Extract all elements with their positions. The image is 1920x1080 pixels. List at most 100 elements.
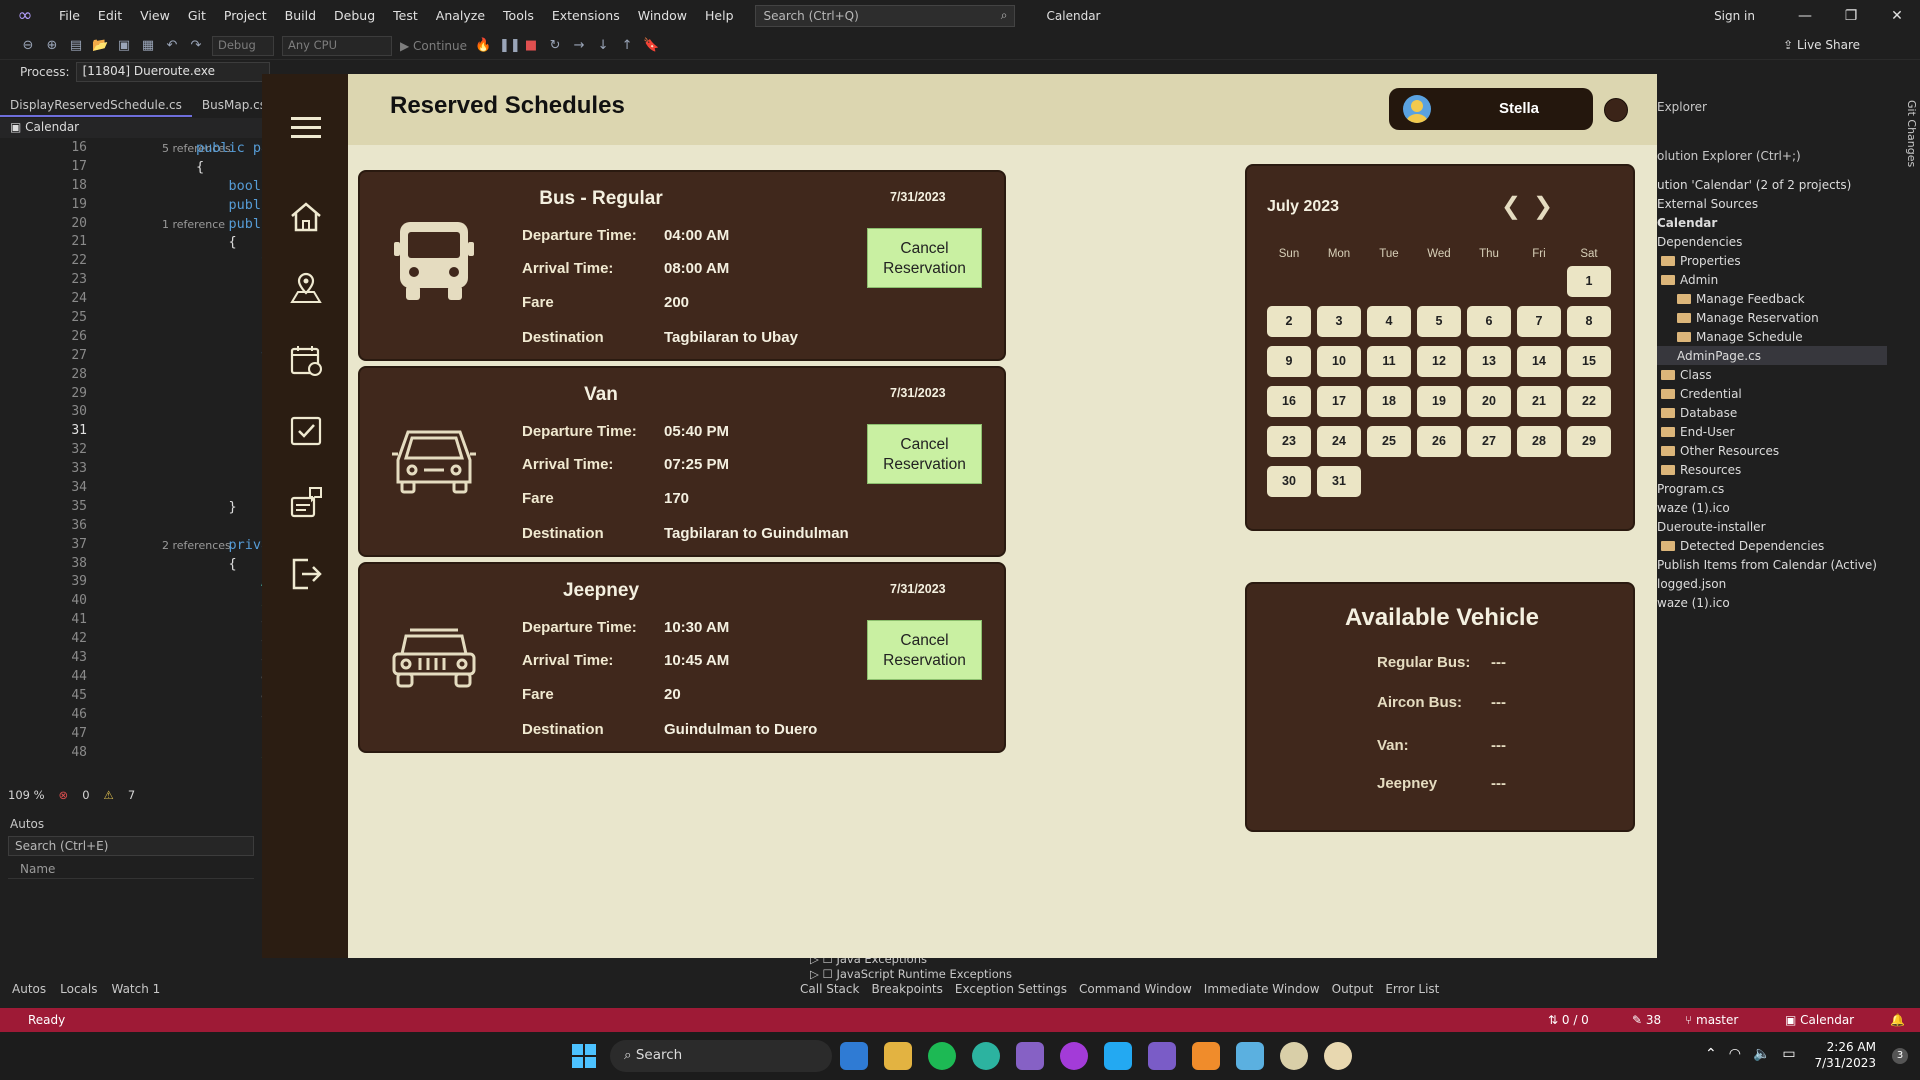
file-explorer-icon[interactable] (884, 1042, 912, 1070)
calendar-day[interactable]: 20 (1467, 386, 1511, 417)
cancel-reservation-button[interactable]: Cancel Reservation (867, 228, 982, 288)
tab-immediate-window[interactable]: Immediate Window (1204, 982, 1320, 1002)
menu-item-tools[interactable]: Tools (494, 0, 543, 32)
calendar-day[interactable]: 17 (1317, 386, 1361, 417)
tree-item[interactable]: Properties (1657, 251, 1741, 270)
tree-item[interactable]: Program.cs (1657, 479, 1724, 498)
branch-selector[interactable]: ⑂ master (1685, 1008, 1738, 1032)
calendar-day[interactable]: 24 (1317, 426, 1361, 457)
editor-navigation[interactable]: ▣ Calendar (0, 118, 262, 138)
chevron-up-icon[interactable]: ⌃ (1705, 1046, 1717, 1062)
stop-icon[interactable]: ■ (523, 38, 539, 53)
pause-icon[interactable]: ❚❚ (499, 38, 521, 53)
volume-icon[interactable]: 🔈 (1753, 1046, 1770, 1062)
back-icon[interactable]: ⊖ (20, 38, 36, 53)
tree-item[interactable]: Publish Items from Calendar (Active) (1657, 555, 1877, 574)
calendar-day[interactable]: 23 (1267, 426, 1311, 457)
calendar-day[interactable]: 28 (1517, 426, 1561, 457)
calendar-day[interactable]: 11 (1367, 346, 1411, 377)
calendar-day[interactable]: 15 (1567, 346, 1611, 377)
minimize-button[interactable]: — (1782, 0, 1828, 32)
tab-locals[interactable]: Locals (60, 982, 97, 1002)
chevron-left-icon[interactable]: ❮ (1501, 192, 1525, 220)
home-icon[interactable] (288, 199, 324, 235)
tree-item[interactable]: AdminPage.cs (1657, 346, 1887, 365)
calendar-day[interactable]: 7 (1517, 306, 1561, 337)
exception-item[interactable]: ▷ ☐ JavaScript Runtime Exceptions (810, 967, 1012, 982)
calendar-day[interactable]: 9 (1267, 346, 1311, 377)
calendar-day[interactable]: 19 (1417, 386, 1461, 417)
calendar-day[interactable]: 16 (1267, 386, 1311, 417)
tree-item[interactable]: Manage Reservation (1657, 308, 1819, 327)
calendar-icon[interactable] (288, 342, 324, 378)
step-over-icon[interactable]: → (571, 38, 587, 53)
vscode-icon[interactable] (1104, 1042, 1132, 1070)
tree-item[interactable]: Admin (1657, 270, 1718, 289)
calendar-day[interactable]: 3 (1317, 306, 1361, 337)
calendar-day[interactable]: 21 (1517, 386, 1561, 417)
calendar-day[interactable]: 5 (1417, 306, 1461, 337)
undo-icon[interactable]: ↶ (164, 38, 180, 53)
tab-call-stack[interactable]: Call Stack (800, 982, 859, 1002)
open-icon[interactable]: 📂 (92, 38, 108, 53)
tab-exception-settings[interactable]: Exception Settings (955, 982, 1067, 1002)
menu-item-build[interactable]: Build (276, 0, 325, 32)
redo-icon[interactable]: ↷ (188, 38, 204, 53)
tree-item[interactable]: Detected Dependencies (1657, 536, 1824, 555)
calendar-day[interactable]: 14 (1517, 346, 1561, 377)
continue-button[interactable]: ▶ Continue (400, 39, 467, 53)
tab-watch-1[interactable]: Watch 1 (111, 982, 160, 1002)
calendar-day[interactable]: 8 (1567, 306, 1611, 337)
clock[interactable]: 2:26 AM 7/31/2023 (1814, 1039, 1876, 1071)
tree-item[interactable]: ution 'Calendar' (2 of 2 projects) (1657, 175, 1851, 194)
live-share-button[interactable]: ⇪ Live Share (1783, 38, 1860, 52)
notification-badge[interactable]: 3 (1892, 1048, 1908, 1064)
remote-desktop-icon[interactable] (1236, 1042, 1264, 1070)
map-icon[interactable] (288, 270, 324, 306)
visual-studio-2-icon[interactable] (1148, 1042, 1176, 1070)
tree-item[interactable]: External Sources (1657, 194, 1758, 213)
settings-dot-button[interactable] (1604, 98, 1628, 122)
menu-item-analyze[interactable]: Analyze (427, 0, 494, 32)
tree-item[interactable]: Other Resources (1657, 441, 1779, 460)
calendar-day[interactable]: 13 (1467, 346, 1511, 377)
visual-studio-icon[interactable] (1016, 1042, 1044, 1070)
visual-studio-logo-icon[interactable]: ∞ (10, 6, 40, 26)
battery-icon[interactable]: ▭ (1782, 1046, 1795, 1062)
forward-icon[interactable]: ⊕ (44, 38, 60, 53)
save-all-icon[interactable]: ▦ (140, 38, 156, 53)
edit-count[interactable]: ✎ 38 (1632, 1008, 1661, 1032)
tree-item[interactable]: waze (1).ico (1657, 498, 1730, 517)
menu-item-view[interactable]: View (131, 0, 179, 32)
menu-item-window[interactable]: Window (629, 0, 696, 32)
dueroute-app-icon[interactable] (1324, 1042, 1352, 1070)
messenger-icon[interactable] (1060, 1042, 1088, 1070)
mail-icon[interactable] (840, 1042, 868, 1070)
calendar-day[interactable]: 25 (1367, 426, 1411, 457)
edge-icon[interactable] (972, 1042, 1000, 1070)
logout-icon[interactable] (288, 556, 324, 592)
calendar-day[interactable]: 30 (1267, 466, 1311, 497)
calendar-day[interactable]: 12 (1417, 346, 1461, 377)
wifi-icon[interactable]: ◠ (1729, 1046, 1741, 1062)
user-profile-button[interactable]: Stella (1389, 88, 1593, 130)
tab-breakpoints[interactable]: Breakpoints (871, 982, 942, 1002)
autos-search-input[interactable]: Search (Ctrl+E) (8, 836, 254, 856)
tree-item[interactable]: waze (1).ico (1657, 593, 1730, 612)
platform-select[interactable]: Any CPU (282, 35, 392, 56)
notification-bell-icon[interactable]: 🔔 (1890, 1008, 1905, 1032)
calendar-day[interactable]: 18 (1367, 386, 1411, 417)
tree-item[interactable]: Manage Schedule (1657, 327, 1803, 346)
tree-item[interactable]: logged.json (1657, 574, 1726, 593)
tree-item[interactable]: Credential (1657, 384, 1742, 403)
step-into-icon[interactable]: ↓ (595, 38, 611, 53)
menu-item-edit[interactable]: Edit (89, 0, 131, 32)
app-icon[interactable] (1280, 1042, 1308, 1070)
menu-item-help[interactable]: Help (696, 0, 743, 32)
menu-item-file[interactable]: File (50, 0, 89, 32)
maximize-button[interactable]: ❐ (1828, 0, 1874, 32)
solution-explorer-search[interactable]: olution Explorer (Ctrl+;) (1657, 149, 1887, 167)
cancel-reservation-button[interactable]: Cancel Reservation (867, 620, 982, 680)
calendar-day[interactable]: 1 (1567, 266, 1611, 297)
store-icon[interactable] (1192, 1042, 1220, 1070)
